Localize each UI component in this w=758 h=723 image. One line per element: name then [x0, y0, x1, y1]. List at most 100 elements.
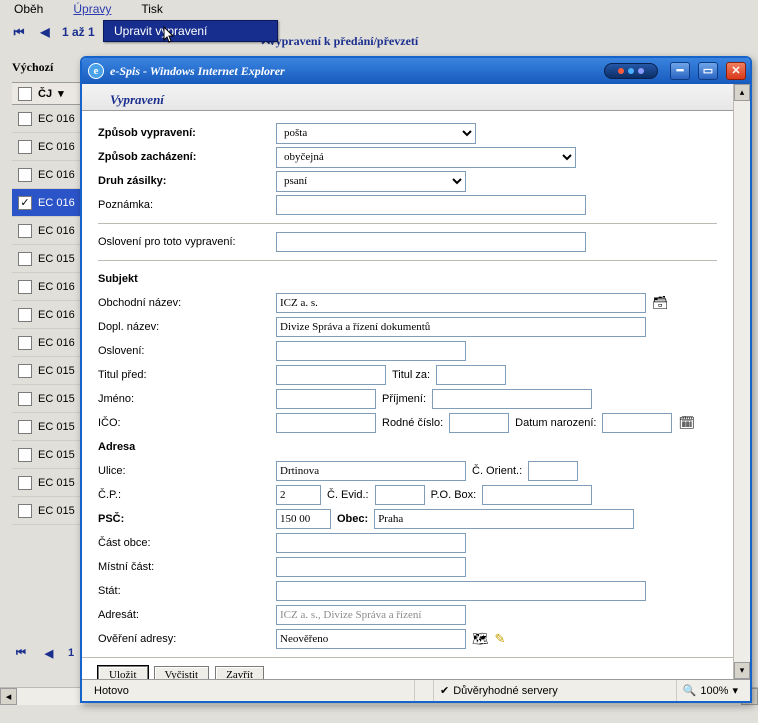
chevron-down-icon: ▾ — [732, 684, 738, 697]
col-cj[interactable]: ČJ — [38, 88, 52, 100]
row-checkbox[interactable] — [18, 448, 32, 462]
input-obec[interactable] — [374, 509, 634, 529]
clear-button[interactable]: Vyčistit — [154, 666, 210, 679]
row-label: EC 015 — [38, 449, 75, 461]
row-label: EC 016 — [38, 281, 75, 293]
window-close-button[interactable]: ✕ — [726, 62, 746, 80]
statusbar: Hotovo ✔ Důvěryhodné servery 🔍 100% ▾ — [82, 679, 750, 701]
label-dopl-nazev: Dopl. název: — [98, 321, 270, 333]
row-label: EC 016 — [38, 225, 75, 237]
input-jmeno[interactable] — [276, 389, 376, 409]
menu-tooltip[interactable]: Upravit vypravení — [103, 20, 278, 42]
row-label: EC 016 — [38, 309, 75, 321]
row-label: EC 015 — [38, 393, 75, 405]
label-adresat: Adresát: — [98, 609, 270, 621]
nav-first-icon[interactable]: ⏮ — [10, 24, 28, 40]
button-row: Uložit Vyčistit Zavřít — [82, 657, 733, 679]
row-checkbox[interactable] — [18, 196, 32, 210]
label-stat: Stát: — [98, 585, 270, 597]
input-cp[interactable] — [276, 485, 321, 505]
input-psc[interactable] — [276, 509, 331, 529]
input-titul-za[interactable] — [436, 365, 506, 385]
row-checkbox[interactable] — [18, 308, 32, 322]
label-overeni: Ověření adresy: — [98, 633, 270, 645]
save-button[interactable]: Uložit — [98, 666, 148, 679]
row-label: EC 016 — [38, 113, 75, 125]
input-cast-obce[interactable] — [276, 533, 466, 553]
ie-logo-icon: e — [88, 63, 104, 79]
row-checkbox[interactable] — [18, 140, 32, 154]
nav-prev-icon[interactable]: ◀ — [36, 24, 54, 40]
input-c-orient[interactable] — [528, 461, 578, 481]
input-ico[interactable] — [276, 413, 376, 433]
input-c-evid[interactable] — [375, 485, 425, 505]
label-rodne-cislo: Rodné číslo: — [382, 417, 443, 429]
vscroll-down-icon[interactable]: ▾ — [734, 662, 750, 679]
footer-nav: ⏮ ◀ 1 — [12, 645, 74, 661]
menu-upravy[interactable]: Úpravy — [73, 2, 111, 16]
row-checkbox[interactable] — [18, 476, 32, 490]
row-checkbox[interactable] — [18, 224, 32, 238]
input-obchodni-nazev[interactable] — [276, 293, 646, 313]
input-titul-pred[interactable] — [276, 365, 386, 385]
select-all-checkbox[interactable] — [18, 87, 32, 101]
label-poznamka: Poznámka: — [98, 199, 270, 211]
label-druh-zasilky: Druh zásilky: — [98, 175, 270, 187]
row-label: EC 016 — [38, 197, 75, 209]
input-prijmeni[interactable] — [432, 389, 592, 409]
view-label: Výchozí — [12, 60, 53, 75]
menu-tisk[interactable]: Tisk — [141, 2, 163, 16]
select-zpusob-vypraveni[interactable]: pošta — [276, 123, 476, 144]
status-zoom[interactable]: 🔍 100% ▾ — [676, 680, 744, 701]
input-mistni-cast[interactable] — [276, 557, 466, 577]
close-button[interactable]: Zavřít — [215, 666, 264, 679]
input-ulice[interactable] — [276, 461, 466, 481]
heading-subjekt: Subjekt — [98, 273, 270, 285]
row-checkbox[interactable] — [18, 336, 32, 350]
row-checkbox[interactable] — [18, 504, 32, 518]
row-checkbox[interactable] — [18, 364, 32, 378]
lookup-subjekt-icon[interactable]: 🗃 — [652, 295, 669, 311]
input-overeni[interactable] — [276, 629, 466, 649]
row-label: EC 015 — [38, 253, 75, 265]
row-label: EC 016 — [38, 141, 75, 153]
input-stat[interactable] — [276, 581, 646, 601]
titlebar[interactable]: e e-Spis - Windows Internet Explorer ━ ▭… — [82, 58, 750, 84]
row-checkbox[interactable] — [18, 392, 32, 406]
row-checkbox[interactable] — [18, 420, 32, 434]
menu-obeh[interactable]: Oběh — [14, 2, 43, 16]
row-checkbox[interactable] — [18, 112, 32, 126]
row-label: EC 015 — [38, 477, 75, 489]
row-label: EC 016 — [38, 169, 75, 181]
label-zpusob-zachazeni: Způsob zacházení: — [98, 151, 270, 163]
minimize-button[interactable]: ━ — [670, 62, 690, 80]
row-checkbox[interactable] — [18, 280, 32, 294]
app-menu: Oběh Úpravy Tisk — [0, 0, 758, 18]
select-druh-zasilky[interactable]: psaní — [276, 171, 466, 192]
maximize-button[interactable]: ▭ — [698, 62, 718, 80]
input-datum-narozeni[interactable] — [602, 413, 672, 433]
footer-prev-icon[interactable]: ◀ — [40, 645, 58, 661]
row-label: EC 015 — [38, 365, 75, 377]
row-label: EC 016 — [38, 337, 75, 349]
label-zpusob-vypraveni: Způsob vypravení: — [98, 127, 270, 139]
input-poznamka[interactable] — [276, 195, 586, 215]
modal-vscrollbar[interactable]: ▴ ▾ — [733, 84, 750, 679]
select-zpusob-zachazeni[interactable]: obyčejná — [276, 147, 576, 168]
row-checkbox[interactable] — [18, 252, 32, 266]
vscroll-up-icon[interactable]: ▴ — [734, 84, 750, 101]
calendar-icon[interactable]: 🗓 — [678, 415, 695, 431]
edit-icon[interactable]: ✎ — [495, 631, 506, 647]
form-panel: Vypravení Způsob vypravení: pošta Způsob… — [82, 84, 733, 679]
label-cp: Č.P.: — [98, 489, 270, 501]
input-rodne-cislo[interactable] — [449, 413, 509, 433]
input-osloveni[interactable] — [276, 341, 466, 361]
row-checkbox[interactable] — [18, 168, 32, 182]
input-dopl-nazev[interactable] — [276, 317, 646, 337]
input-osloveni-toto[interactable] — [276, 232, 586, 252]
input-po-box[interactable] — [482, 485, 592, 505]
footer-first-icon[interactable]: ⏮ — [12, 645, 30, 661]
verify-address-icon[interactable]: 🗺 — [472, 631, 489, 647]
titlebar-pill-icon — [604, 63, 658, 79]
hscroll-left-icon[interactable]: ◂ — [0, 688, 17, 705]
